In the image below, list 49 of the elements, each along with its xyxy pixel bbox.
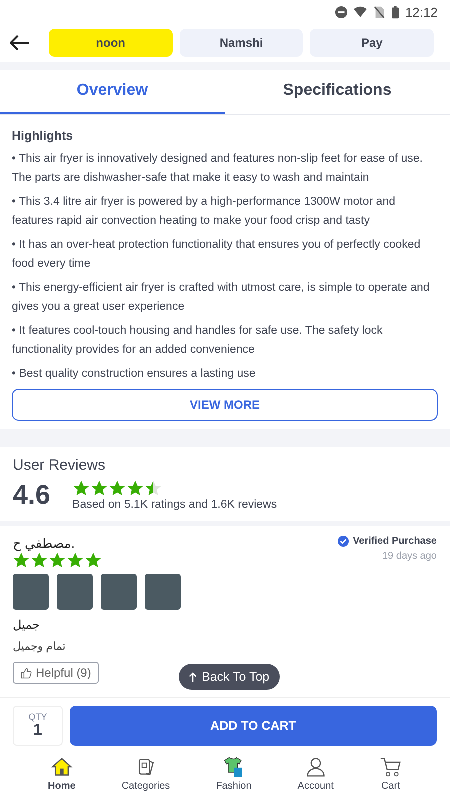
view-more-button[interactable]: VIEW MORE	[12, 389, 438, 421]
highlights-heading: Highlights	[12, 129, 74, 143]
review-title: جميل	[13, 618, 42, 632]
nav-item[interactable]: Cart	[380, 750, 402, 800]
brand-tab[interactable]: Pay	[310, 29, 434, 57]
average-rating: 4.6	[13, 480, 51, 511]
status-time: 12:12	[405, 4, 438, 20]
rating-summary: Based on 5.1K ratings and 1.6K reviews	[72, 499, 278, 511]
clothes-icon	[222, 756, 245, 778]
cart-icon	[380, 756, 402, 778]
review-date: 19 days ago	[382, 551, 437, 562]
nav-item[interactable]: Home	[48, 750, 76, 800]
highlight-text: • This energy-efficient air fryer is crafted with utmost care, is simple to operate and gives you a great user experience	[12, 281, 431, 315]
highlight-text: • This air fryer is innovatively designed and features non-slip feet for ease of use. The parts are dishwasher-safe that make it easy to wash and maintain	[12, 152, 424, 186]
photo-placeholder[interactable]	[145, 574, 181, 610]
highlight-text: • It has an over-heat protection functionality that ensures you of perfectly cooked food every time	[12, 238, 422, 272]
house-icon	[50, 756, 73, 778]
back-to-top-button[interactable]: Back To Top	[179, 664, 280, 690]
verified-label: Verified Purchase	[353, 536, 437, 547]
nav-item[interactable]: Categories	[122, 750, 170, 800]
thumbs-up-icon	[21, 668, 32, 678]
do-not-disturb-icon	[335, 6, 348, 18]
add-to-cart-button[interactable]: ADD TO CART	[70, 706, 437, 746]
tab[interactable]: Specifications	[225, 70, 450, 114]
verified-check-icon	[338, 536, 350, 547]
brand-tab[interactable]: Namshi	[180, 29, 304, 57]
nav-item[interactable]: Fashion	[216, 750, 252, 800]
up-arrow-icon	[189, 672, 197, 682]
highlight-text: • Best quality construction ensures a lasting use	[12, 367, 257, 382]
quantity-selector[interactable]: QTY 1	[13, 706, 63, 746]
tab[interactable]: Overview	[0, 70, 225, 114]
reviews-heading: User Reviews	[13, 457, 107, 474]
back-arrow-icon[interactable]	[10, 35, 30, 51]
highlight-text: • It features cool-touch housing and handles for safe use. The safety lock functionality provides for an added convenience	[12, 324, 384, 358]
quantity-value: 1	[34, 722, 42, 740]
highlight-text: • This 3.4 litre air fryer is powered by a high-performance 1300W motor and features rapid air convection heating to make your food crisp and tasty	[12, 195, 396, 229]
photo-placeholder[interactable]	[101, 574, 137, 610]
person-icon	[304, 756, 327, 778]
no-sim-icon	[373, 6, 386, 18]
nav-item[interactable]: Account	[298, 750, 334, 800]
wifi-icon	[354, 6, 368, 18]
reviewer-name: مصطفي ح.	[13, 536, 76, 552]
helpful-button[interactable]: Helpful (9)	[13, 662, 100, 684]
photo-placeholder[interactable]	[57, 574, 93, 610]
review-body: تمام وجميل	[13, 640, 67, 653]
quantity-label: QTY	[28, 712, 48, 722]
battery-icon	[392, 6, 400, 18]
brand-tab[interactable]: noon	[49, 29, 173, 57]
photo-placeholder[interactable]	[13, 574, 49, 610]
